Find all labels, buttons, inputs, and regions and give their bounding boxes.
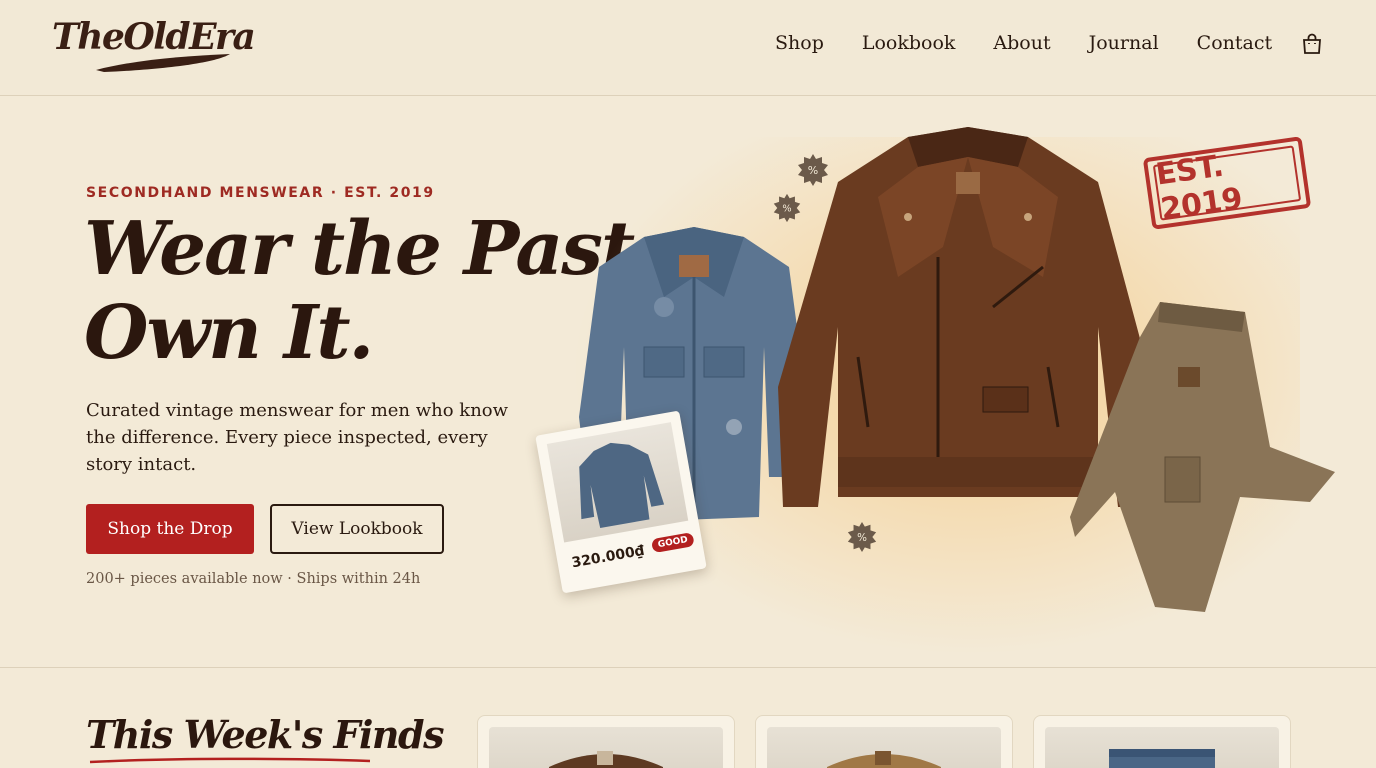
nav-contact[interactable]: Contact	[1197, 32, 1272, 54]
svg-text:%: %	[808, 164, 818, 177]
discount-seal-icon: %	[773, 193, 801, 223]
nav-shop[interactable]: Shop	[775, 32, 824, 54]
availability-note: 200+ pieces available now · Ships within…	[86, 571, 421, 587]
logo-swoosh	[96, 54, 230, 72]
svg-text:%: %	[782, 204, 791, 215]
shop-the-drop-button[interactable]: Shop the Drop	[86, 504, 254, 554]
hero-subtext: Curated vintage menswear for men who kno…	[86, 400, 509, 475]
shopping-bag-icon[interactable]	[1300, 32, 1324, 56]
site-header: TheOldEra Shop Lookbook About Journal Co…	[0, 0, 1376, 96]
product-card-image	[489, 727, 723, 768]
product-card[interactable]	[755, 715, 1013, 768]
nav-lookbook[interactable]: Lookbook	[862, 32, 956, 54]
polaroid-jacket-thumbnail	[546, 422, 689, 543]
nav-journal[interactable]: Journal	[1089, 32, 1159, 54]
section-title: This Week's Finds	[86, 712, 445, 757]
product-card[interactable]	[1033, 715, 1291, 768]
discount-seal-icon: %	[798, 154, 828, 186]
product-card-image	[767, 727, 1001, 768]
nav-about[interactable]: About	[993, 32, 1050, 54]
denim-jacket-thumbnail	[579, 442, 665, 529]
product-card-image	[1045, 727, 1279, 768]
weekly-finds-section: This Week's Finds	[0, 667, 1376, 768]
condition-badge: GOOD	[650, 532, 695, 554]
hero-section: SECONDHAND MENSWEAR · EST. 2019 Wear the…	[0, 97, 1376, 667]
title-underline	[89, 757, 371, 764]
discount-seal-icon: %	[847, 521, 877, 553]
hero-eyebrow: SECONDHAND MENSWEAR · EST. 2019	[86, 185, 435, 201]
svg-text:%: %	[857, 532, 867, 544]
stamp-text: EST. 2019	[1152, 145, 1302, 227]
view-lookbook-button[interactable]: View Lookbook	[270, 504, 444, 554]
product-card[interactable]	[477, 715, 735, 768]
main-nav: Shop Lookbook About Journal Contact	[775, 32, 1310, 54]
polaroid-price: 320.000₫	[570, 542, 646, 572]
product-polaroid[interactable]: 320.000₫ GOOD	[535, 410, 707, 594]
work-pants-image	[1070, 302, 1335, 612]
